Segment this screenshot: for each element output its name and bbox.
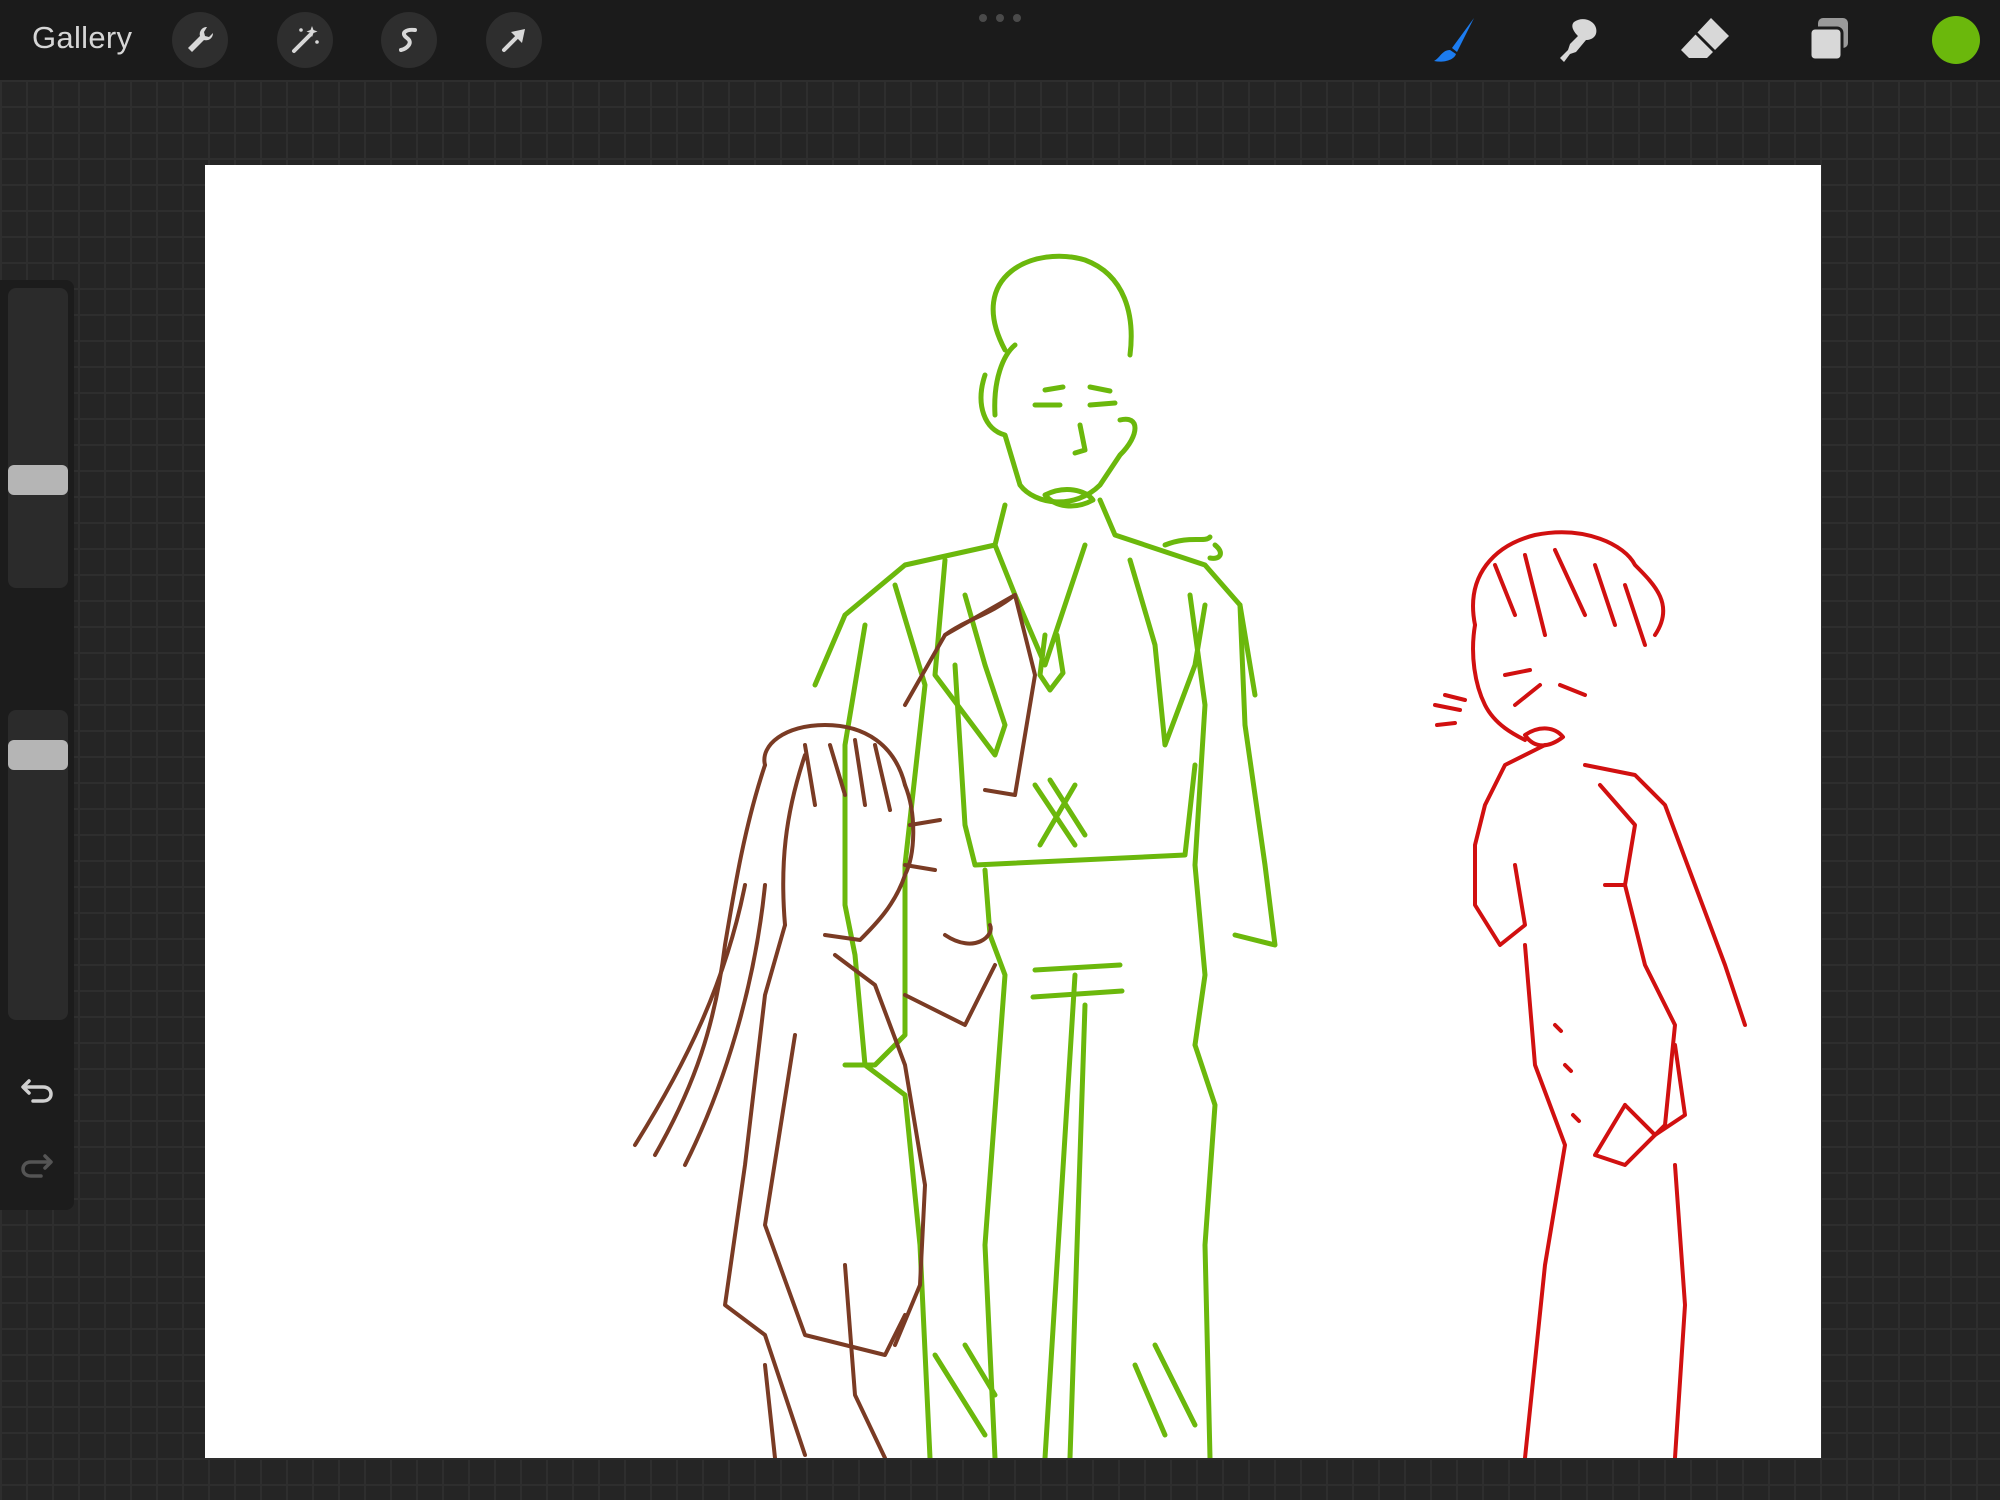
eraser-icon <box>1681 18 1729 58</box>
smudge-button[interactable] <box>1550 10 1610 70</box>
eraser-button[interactable] <box>1675 10 1735 70</box>
actions-button[interactable] <box>172 12 228 68</box>
transform-button[interactable] <box>486 12 542 68</box>
brush-size-slider[interactable] <box>8 288 68 588</box>
red-figure-sketch <box>1433 530 1747 1460</box>
brush-button[interactable] <box>1424 10 1484 70</box>
redo-button[interactable] <box>14 1145 60 1185</box>
layers-button[interactable] <box>1800 10 1860 70</box>
green-figure-sketch <box>812 253 1278 1461</box>
undo-icon <box>21 1079 53 1103</box>
brush-size-thumb[interactable] <box>8 465 68 495</box>
magic-wand-icon <box>292 26 319 53</box>
color-picker-button[interactable] <box>1932 16 1980 64</box>
transform-arrow-icon <box>502 29 525 52</box>
wrench-icon <box>188 26 214 52</box>
drawing-canvas[interactable] <box>205 165 1821 1461</box>
brush-opacity-thumb[interactable] <box>8 740 68 770</box>
smudge-icon <box>1560 19 1597 62</box>
gallery-button[interactable]: Gallery <box>32 20 132 56</box>
toolbar-grabber[interactable] <box>979 14 1021 22</box>
grabber-dot <box>979 14 987 22</box>
selection-icon <box>399 27 417 52</box>
layers-icon <box>1808 18 1848 62</box>
selection-button[interactable] <box>381 12 437 68</box>
redo-icon <box>21 1154 53 1178</box>
undo-button[interactable] <box>14 1070 60 1110</box>
adjustments-button[interactable] <box>277 12 333 68</box>
sketch-artwork <box>633 253 1747 1461</box>
top-toolbar: Gallery <box>0 0 2000 80</box>
brush-icon <box>1434 18 1474 62</box>
grabber-dot <box>1013 14 1021 22</box>
grabber-dot <box>996 14 1004 22</box>
left-sidebar <box>0 280 74 1210</box>
